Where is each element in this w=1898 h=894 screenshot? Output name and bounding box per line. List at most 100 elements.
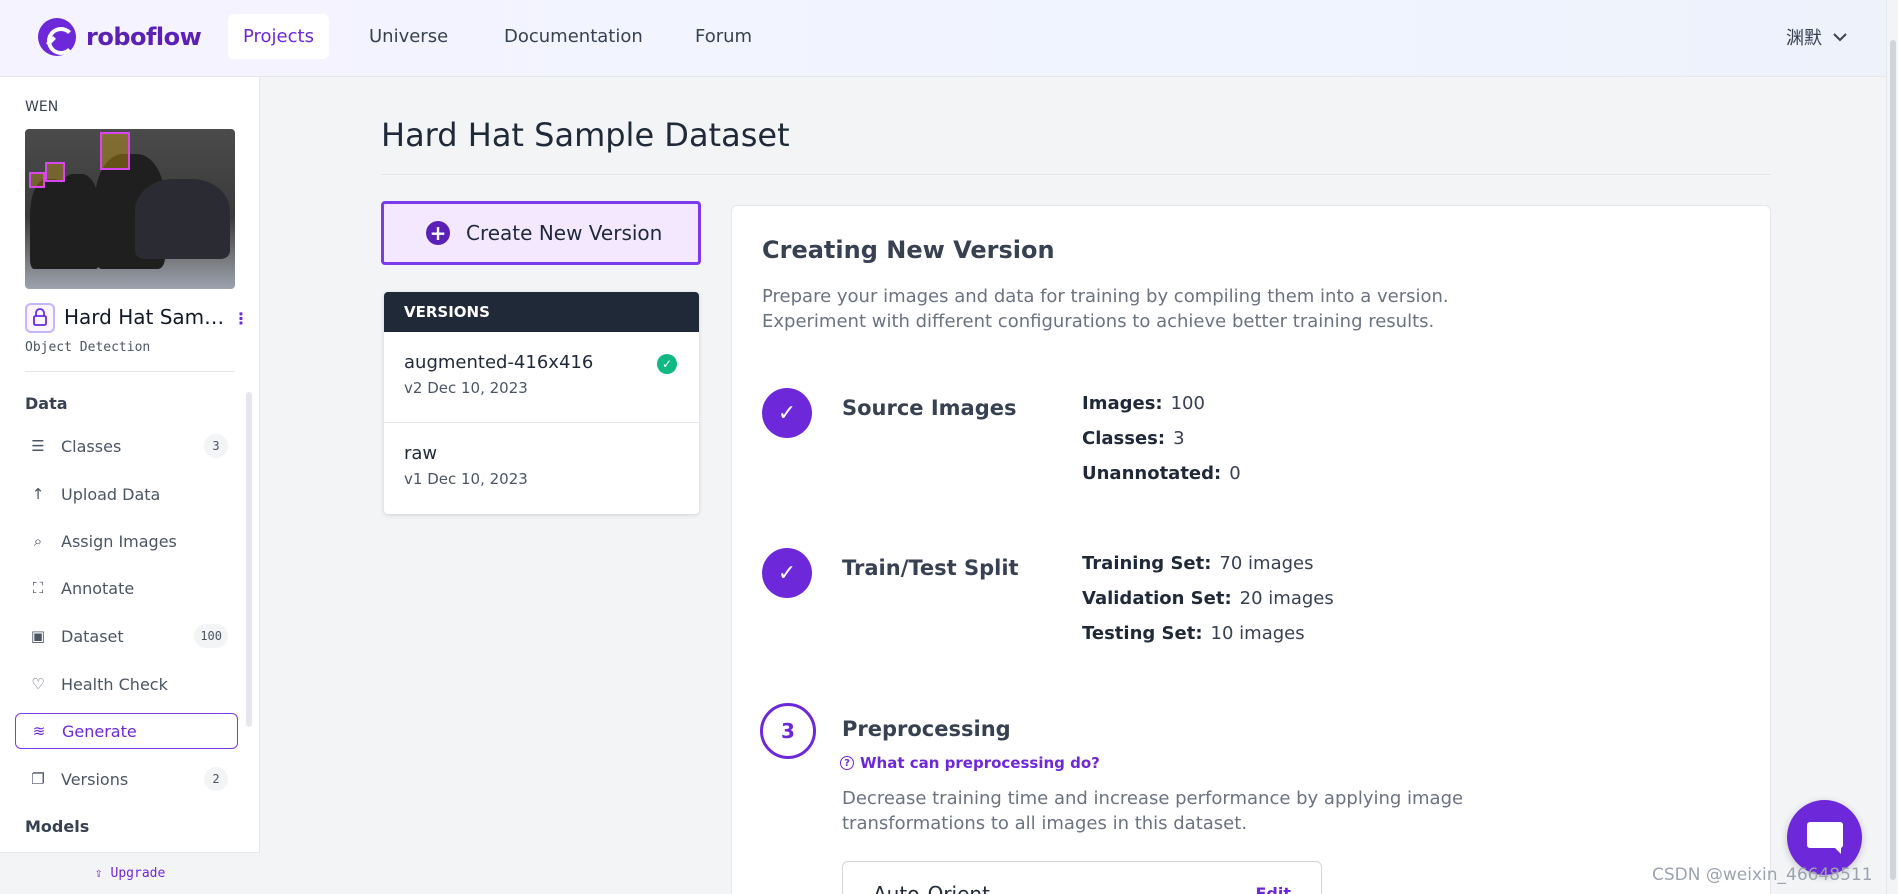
- versions-icon: ❐: [31, 770, 45, 788]
- sidebar-scrollbar[interactable]: [246, 392, 252, 727]
- bbox-annotation: [29, 172, 45, 188]
- upgrade-button[interactable]: ⇪ Upgrade: [0, 852, 260, 894]
- panel-description-line: Prepare your images and data for trainin…: [762, 286, 1449, 307]
- search-icon: ⌕: [33, 532, 43, 550]
- creating-version-panel: Creating New Version Prepare your images…: [731, 205, 1771, 894]
- kebab-menu-icon[interactable]: ⋮: [233, 309, 249, 328]
- user-name: 渊默: [1786, 28, 1822, 49]
- thumb-figure: [55, 174, 100, 269]
- data-section-heading: Data: [25, 394, 68, 413]
- sidebar-item-label: Annotate: [61, 578, 135, 598]
- page-title: Hard Hat Sample Dataset: [381, 116, 790, 154]
- sidebar-item-label: Health Check: [61, 674, 168, 694]
- brand-name: roboflow: [86, 23, 202, 51]
- edit-button[interactable]: Edit: [1255, 884, 1291, 894]
- page-scrollbar[interactable]: [1886, 0, 1898, 894]
- step-title-source-images: Source Images: [842, 396, 1017, 420]
- chat-icon[interactable]: [1787, 800, 1862, 875]
- divider: [25, 371, 235, 372]
- roboflow-logo[interactable]: roboflow: [38, 18, 202, 56]
- count-badge: 100: [194, 624, 228, 648]
- nav-universe[interactable]: Universe: [354, 14, 463, 59]
- sidebar-item-generate[interactable]: ≋ Generate: [15, 713, 238, 749]
- images-icon: ▣: [30, 627, 46, 645]
- chevron-down-icon[interactable]: ⌄: [1342, 886, 1354, 894]
- stat-testing-set: Testing Set: 10 images: [1082, 623, 1305, 644]
- watermark: CSDN @weixin_46648511: [1652, 865, 1873, 885]
- project-name[interactable]: Hard Hat Samp...: [64, 305, 229, 329]
- heart-pulse-icon: ♡: [31, 675, 45, 693]
- stat-validation-set: Validation Set: 20 images: [1082, 588, 1334, 609]
- panel-title: Creating New Version: [762, 236, 1055, 264]
- preprocessing-step-label: Auto-Orient: [873, 882, 990, 894]
- panel-description-line: Experiment with different configurations…: [762, 311, 1435, 332]
- versions-list: VERSIONS augmented-416x416 v2 Dec 10, 20…: [384, 292, 699, 514]
- sidebar-item-versions[interactable]: ❐ Versions 2: [15, 761, 238, 797]
- version-row[interactable]: raw v1 Dec 10, 2023: [384, 423, 699, 514]
- sidebar-item-dataset[interactable]: ▣ Dataset 100: [15, 618, 238, 654]
- sidebar-item-label: Versions: [61, 769, 129, 789]
- top-nav: roboflow Projects Universe Documentation…: [0, 0, 1898, 77]
- workspace-label: WEN: [25, 99, 59, 115]
- sidebar-item-label: Upload Data: [61, 484, 161, 504]
- divider: [381, 174, 1771, 175]
- version-name: raw: [404, 443, 438, 464]
- version-date: v1 Dec 10, 2023: [404, 470, 528, 488]
- sidebar-item-classes[interactable]: ☰ Classes 3: [15, 428, 238, 464]
- create-button-label: Create New Version: [466, 221, 663, 245]
- sidebar-item-label: Assign Images: [61, 531, 177, 551]
- bbox-annotation: [45, 162, 65, 182]
- upgrade-icon: ⇪: [94, 866, 103, 881]
- preprocessing-description: Decrease training time and increase perf…: [842, 786, 1482, 836]
- stat-images: Images: 100: [1082, 393, 1205, 414]
- panel-description: Prepare your images and data for trainin…: [762, 284, 1482, 334]
- check-icon: ✓: [762, 548, 812, 598]
- count-badge: 2: [204, 767, 228, 791]
- stat-classes: Classes: 3: [1082, 428, 1185, 449]
- thumb-figure: [135, 179, 230, 259]
- step-title-train-test-split: Train/Test Split: [842, 556, 1019, 580]
- step-number-badge: 3: [760, 703, 816, 759]
- user-menu[interactable]: 渊默: [1786, 24, 1848, 50]
- nav-documentation[interactable]: Documentation: [489, 14, 658, 59]
- sidebar-item-health-check[interactable]: ♡ Health Check: [15, 666, 238, 702]
- sidebar-item-label: Dataset: [61, 626, 124, 646]
- count-badge: 3: [204, 434, 228, 458]
- nav-forum[interactable]: Forum: [680, 14, 767, 59]
- sidebar-item-annotate[interactable]: ⛶ Annotate: [15, 570, 238, 606]
- lock-icon: [25, 303, 55, 333]
- help-icon: ?: [840, 756, 854, 770]
- project-type: Object Detection: [25, 340, 151, 355]
- step-title-preprocessing: Preprocessing: [842, 717, 1011, 741]
- stat-training-set: Training Set: 70 images: [1082, 553, 1314, 574]
- sidebar: WEN Hard Hat Samp... ⋮ Object Detection …: [0, 77, 260, 894]
- upload-icon: ↑: [31, 485, 45, 503]
- version-name: augmented-416x416: [404, 352, 594, 373]
- generate-icon: ≋: [32, 722, 46, 740]
- sidebar-item-upload-data[interactable]: ↑ Upload Data: [15, 476, 238, 512]
- version-row[interactable]: augmented-416x416 v2 Dec 10, 2023 ✓: [384, 332, 699, 423]
- preprocessing-description-line: Decrease training time and increase perf…: [842, 788, 1464, 809]
- stat-unannotated: Unannotated: 0: [1082, 463, 1241, 484]
- versions-heading: VERSIONS: [384, 292, 699, 332]
- sidebar-item-label: Classes: [61, 436, 122, 456]
- nav-projects[interactable]: Projects: [228, 14, 329, 59]
- preprocessing-step-card: Auto-Orient Edit: [842, 861, 1322, 894]
- list-icon: ☰: [31, 437, 45, 455]
- create-new-version-button[interactable]: + Create New Version: [381, 201, 701, 265]
- sidebar-item-label: Generate: [62, 721, 137, 741]
- bbox-annotation: [100, 132, 130, 170]
- check-circle-icon: ✓: [657, 354, 677, 374]
- roboflow-logo-icon: [38, 18, 76, 56]
- preprocessing-description-line: transformations to all images in this da…: [842, 813, 1248, 834]
- chevron-down-icon: [1833, 33, 1847, 42]
- preprocessing-help-link[interactable]: ? What can preprocessing do?: [840, 754, 1100, 772]
- annotate-icon: ⛶: [32, 579, 44, 597]
- help-link-label: What can preprocessing do?: [860, 754, 1100, 772]
- models-section-heading: Models: [25, 817, 90, 836]
- check-icon: ✓: [762, 388, 812, 438]
- plus-circle-icon: +: [426, 221, 450, 245]
- project-thumbnail[interactable]: [25, 129, 235, 289]
- upgrade-label: Upgrade: [110, 866, 166, 881]
- sidebar-item-assign-images[interactable]: ⌕ Assign Images: [15, 523, 238, 559]
